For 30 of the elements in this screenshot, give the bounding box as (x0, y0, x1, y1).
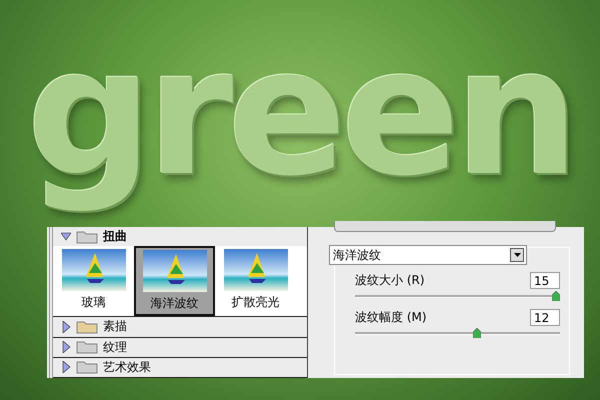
filter-dropdown[interactable]: 海洋波纹 (329, 245, 527, 265)
filter-thumbnail[interactable]: 玻璃 (53, 246, 134, 316)
folder-icon (76, 230, 98, 244)
filter-label: 扩散亮光 (232, 294, 280, 312)
dialog-button[interactable] (334, 221, 556, 232)
category-label: 艺术效果 (103, 358, 151, 376)
filter-label: 玻璃 (82, 294, 106, 312)
category-label: 素描 (103, 318, 127, 336)
slider-thumb[interactable] (552, 291, 560, 301)
parameter-label: 波纹幅度 (M) (355, 309, 427, 326)
category-row[interactable]: 艺术效果 (53, 358, 307, 378)
category-label: 扭曲 (103, 228, 127, 246)
category-label: 纹理 (103, 338, 127, 356)
value-field[interactable]: 15 (530, 272, 560, 289)
parameter-label: 波纹大小 (R) (355, 272, 425, 289)
sailboat-picture (142, 250, 206, 292)
value-field[interactable]: 12 (530, 309, 560, 326)
folder-icon (76, 360, 98, 374)
headline-text: green (26, 9, 574, 217)
folder-icon (76, 340, 98, 354)
filter-thumbnail[interactable]: 扩散亮光 (215, 246, 296, 316)
category-row[interactable]: 扭曲 (53, 227, 307, 246)
sailboat-picture (224, 249, 288, 292)
filter-thumbnail[interactable]: 海洋波纹 (134, 246, 215, 316)
category-row[interactable]: 纹理 (53, 338, 307, 358)
sailboat-picture (62, 249, 126, 292)
slider-thumb[interactable] (473, 328, 482, 338)
filter-label: 海洋波纹 (150, 295, 198, 312)
category-row[interactable]: 素描 (53, 317, 307, 338)
folder-icon (76, 320, 98, 334)
